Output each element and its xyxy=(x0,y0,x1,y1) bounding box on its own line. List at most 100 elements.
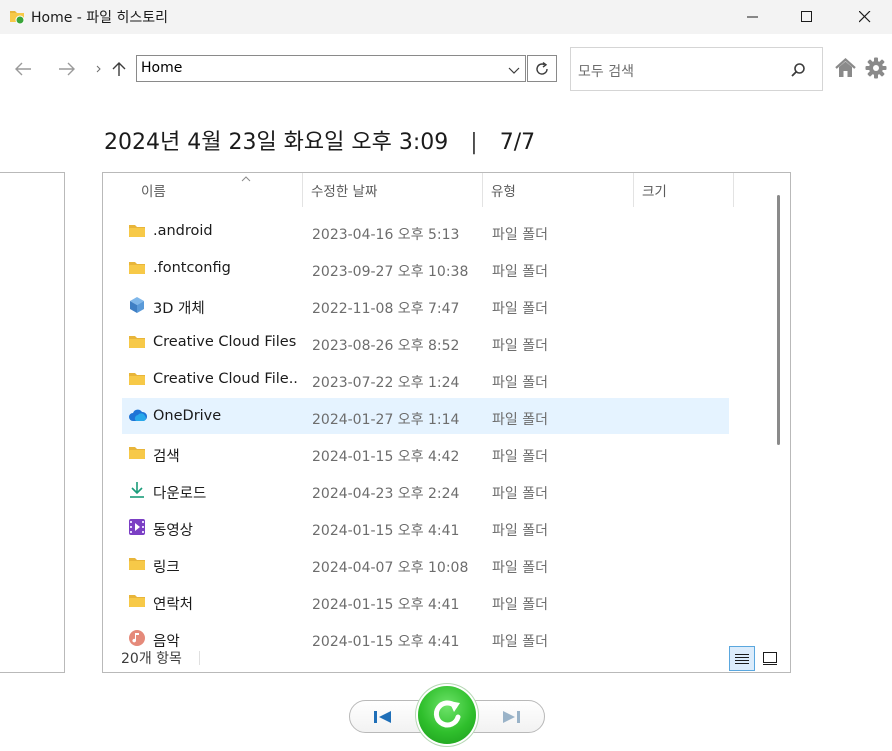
folder-icon xyxy=(128,592,146,610)
file-name: 검색 xyxy=(153,449,180,465)
date-separator: | xyxy=(470,130,478,155)
3d-objects-icon xyxy=(128,296,146,314)
title-bar: Home - 파일 히스토리 xyxy=(0,0,892,34)
restore-button[interactable] xyxy=(418,686,476,744)
search-input[interactable]: 모두 검색 xyxy=(578,61,634,81)
file-date: 2024-04-07 오후 10:08 xyxy=(312,560,469,576)
file-type: 파일 폴더 xyxy=(492,449,548,465)
home-button[interactable] xyxy=(835,58,856,82)
search-icon xyxy=(790,62,806,78)
column-header-name[interactable]: 이름 xyxy=(131,173,303,207)
back-button[interactable] xyxy=(8,56,38,82)
file-date: 2024-01-15 오후 4:42 xyxy=(312,449,460,465)
file-name: 동영상 xyxy=(153,523,194,539)
file-type: 파일 폴더 xyxy=(492,597,548,613)
up-button[interactable] xyxy=(106,56,132,82)
previous-version-panel[interactable] xyxy=(0,172,65,673)
file-name: Creative Cloud File... xyxy=(153,371,298,387)
column-header-size[interactable]: 크기 xyxy=(634,173,734,207)
column-header-date[interactable]: 수정한 날짜 xyxy=(303,173,483,207)
table-row[interactable]: .android 2023-04-16 오후 5:13 파일 폴더 xyxy=(122,213,729,249)
skip-previous-icon xyxy=(374,710,391,723)
maximize-button[interactable] xyxy=(784,0,830,34)
file-type: 파일 폴더 xyxy=(492,412,548,428)
previous-version-button[interactable] xyxy=(358,703,408,730)
table-row[interactable]: 동영상 2024-01-15 오후 4:41 파일 폴더 xyxy=(122,509,729,545)
file-date: 2023-04-16 오후 5:13 xyxy=(312,227,460,243)
skip-next-icon xyxy=(503,710,520,723)
file-date: 2023-07-22 오후 1:24 xyxy=(312,375,460,391)
recent-locations-button[interactable] xyxy=(92,56,106,82)
onedrive-cloud-icon xyxy=(128,407,148,425)
file-date: 2024-01-15 오후 4:41 xyxy=(312,597,460,613)
folder-icon xyxy=(128,555,146,573)
file-type: 파일 폴더 xyxy=(492,486,548,502)
table-row[interactable]: Creative Cloud File... 2023-07-22 오후 1:24… xyxy=(122,361,729,397)
file-type: 파일 폴더 xyxy=(492,301,548,317)
large-icons-view-button[interactable] xyxy=(757,646,783,671)
sort-ascending-icon xyxy=(239,173,253,182)
status-divider xyxy=(199,651,200,665)
refresh-icon xyxy=(536,61,548,75)
search-box[interactable]: 모두 검색 xyxy=(570,47,823,91)
refresh-button[interactable] xyxy=(527,55,557,82)
arrow-up-icon xyxy=(112,62,126,76)
address-bar[interactable]: Home xyxy=(136,55,526,82)
file-type: 파일 폴더 xyxy=(492,264,548,280)
video-icon xyxy=(128,518,146,536)
details-view-button[interactable] xyxy=(729,646,755,671)
folder-icon xyxy=(128,333,146,351)
file-date: 2024-01-27 오후 1:14 xyxy=(312,412,460,428)
table-row[interactable]: Creative Cloud Files 2023-08-26 오후 8:52 파일… xyxy=(122,324,729,360)
backup-date-heading: 2024년 4월 23일 화요일 오후 3:09 | 7/7 xyxy=(104,124,535,156)
maximize-icon xyxy=(801,11,812,22)
music-icon xyxy=(128,629,146,647)
column-header-type[interactable]: 유형 xyxy=(483,173,634,207)
file-name: 연락처 xyxy=(153,597,194,613)
close-icon xyxy=(859,11,871,23)
download-icon xyxy=(128,481,146,499)
file-date: 2024-01-15 오후 4:41 xyxy=(312,634,460,650)
file-date: 2024-04-23 오후 2:24 xyxy=(312,486,460,502)
table-row[interactable]: OneDrive 2024-01-27 오후 1:14 파일 폴더 xyxy=(122,398,729,434)
file-type: 파일 폴더 xyxy=(492,523,548,539)
column-header-label: 이름 xyxy=(141,184,166,200)
file-date: 2022-11-08 오후 7:47 xyxy=(312,301,460,317)
backup-date: 2024년 4월 23일 화요일 오후 3:09 xyxy=(104,130,449,155)
file-type: 파일 폴더 xyxy=(492,227,548,243)
table-row[interactable]: 3D 개체 2022-11-08 오후 7:47 파일 폴더 xyxy=(122,287,729,323)
chevron-right-icon xyxy=(96,65,101,73)
next-version-button[interactable] xyxy=(486,703,536,730)
file-date: 2023-08-26 오후 8:52 xyxy=(312,338,460,354)
file-history-app-icon xyxy=(8,7,26,25)
vertical-scrollbar-thumb[interactable] xyxy=(777,195,780,445)
settings-button[interactable] xyxy=(865,57,887,83)
file-date: 2023-09-27 오후 10:38 xyxy=(312,264,469,280)
restore-icon xyxy=(433,700,461,728)
folder-icon xyxy=(128,222,146,240)
file-type: 파일 폴더 xyxy=(492,338,548,354)
table-row[interactable]: 연락처 2024-01-15 오후 4:41 파일 폴더 xyxy=(122,583,729,619)
home-icon xyxy=(835,58,856,77)
table-row[interactable]: 음악 2024-01-15 오후 4:41 파일 폴더 xyxy=(122,620,729,656)
minimize-button[interactable] xyxy=(730,0,776,34)
large-icons-view-icon xyxy=(763,652,777,665)
window-title: Home - 파일 히스토리 xyxy=(31,10,169,26)
forward-button[interactable] xyxy=(52,56,82,82)
table-row[interactable]: 다운로드 2024-04-23 오후 2:24 파일 폴더 xyxy=(122,472,729,508)
file-list-panel: 이름 수정한 날짜 유형 크기 .android 2023-04-16 오후 5:… xyxy=(102,172,791,673)
file-type: 파일 폴더 xyxy=(492,560,548,576)
folder-icon xyxy=(128,259,146,277)
folder-icon xyxy=(128,370,146,388)
file-date: 2024-01-15 오후 4:41 xyxy=(312,523,460,539)
column-header-label: 크기 xyxy=(642,184,667,200)
table-row[interactable]: .fontconfig 2023-09-27 오후 10:38 파일 폴더 xyxy=(122,250,729,286)
file-type: 파일 폴더 xyxy=(492,634,548,650)
file-name: OneDrive xyxy=(153,408,222,424)
table-row[interactable]: 링크 2024-04-07 오후 10:08 파일 폴더 xyxy=(122,546,729,582)
close-button[interactable] xyxy=(842,0,888,34)
chevron-down-icon[interactable] xyxy=(507,62,521,76)
file-type: 파일 폴더 xyxy=(492,375,548,391)
file-name: 링크 xyxy=(153,560,180,576)
table-row[interactable]: 검색 2024-01-15 오후 4:42 파일 폴더 xyxy=(122,435,729,471)
